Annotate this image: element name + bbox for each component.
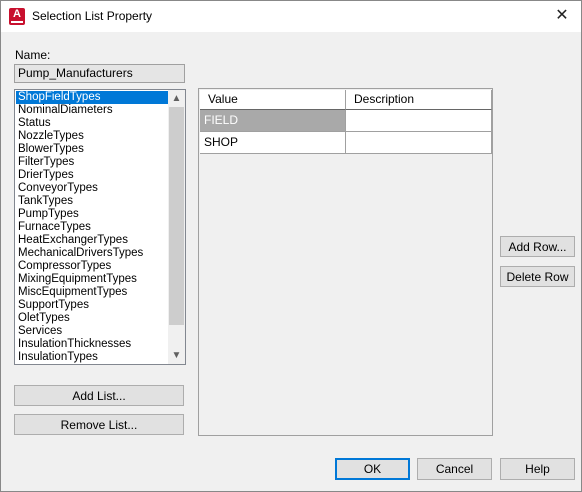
list-item[interactable]: Services: [16, 325, 168, 338]
list-item[interactable]: PumpTypes: [16, 208, 168, 221]
grid-row-2-description[interactable]: [346, 132, 492, 154]
list-item[interactable]: NozzleTypes: [16, 130, 168, 143]
list-item[interactable]: ConveyorTypes: [16, 182, 168, 195]
list-scrollbar[interactable]: ▲ ▼: [168, 90, 185, 364]
add-list-button[interactable]: Add List...: [14, 385, 184, 406]
selection-list-box[interactable]: ShopFieldTypes NominalDiameters Status Nozz…: [14, 89, 186, 365]
list-item[interactable]: TankTypes: [16, 195, 168, 208]
list-item[interactable]: ShopFieldTypes: [16, 91, 168, 104]
list-item[interactable]: MixingEquipmentTypes: [16, 273, 168, 286]
list-item[interactable]: NominalDiameters: [16, 104, 168, 117]
list-item[interactable]: InsulationThicknesses: [16, 338, 168, 351]
list-item[interactable]: OletTypes: [16, 312, 168, 325]
list-item[interactable]: Status: [16, 117, 168, 130]
title-bar[interactable]: A Selection List Property ✕: [1, 1, 581, 32]
add-row-button[interactable]: Add Row...: [500, 236, 575, 257]
help-button[interactable]: Help: [500, 458, 575, 480]
scroll-thumb[interactable]: [169, 107, 184, 325]
values-grid: Value Description FIELD SHOP: [198, 88, 493, 436]
remove-list-button[interactable]: Remove List...: [14, 414, 184, 435]
delete-row-button[interactable]: Delete Row: [500, 266, 575, 287]
list-item[interactable]: MechanicalDriversTypes: [16, 247, 168, 260]
list-item[interactable]: MiscEquipmentTypes: [16, 286, 168, 299]
window-title: Selection List Property: [32, 9, 153, 23]
list-item[interactable]: SupportTypes: [16, 299, 168, 312]
list-items: ShopFieldTypes NominalDiameters Status Nozz…: [16, 91, 168, 364]
name-label: Name:: [15, 48, 51, 62]
name-field: Pump_Manufacturers: [14, 64, 185, 83]
scroll-up-icon[interactable]: ▲: [168, 90, 185, 107]
column-header-description[interactable]: Description: [346, 90, 492, 110]
grid-row-2-value[interactable]: SHOP: [200, 132, 346, 154]
list-item[interactable]: FilterTypes: [16, 156, 168, 169]
list-item[interactable]: BlowerTypes: [16, 143, 168, 156]
list-item[interactable]: DrierTypes: [16, 169, 168, 182]
list-item[interactable]: HeatExchangerTypes: [16, 234, 168, 247]
list-item[interactable]: FurnaceTypes: [16, 221, 168, 234]
ok-button[interactable]: OK: [335, 458, 410, 480]
grid-row-1-description[interactable]: [346, 110, 492, 132]
scroll-down-icon[interactable]: ▼: [168, 347, 185, 364]
list-item[interactable]: InsulationTypes: [16, 351, 168, 364]
autocad-app-icon: A: [9, 8, 25, 25]
close-icon[interactable]: ✕: [549, 4, 575, 28]
column-header-value[interactable]: Value: [200, 90, 346, 110]
selection-list-property-dialog: A Selection List Property ✕ Name: Pump_M…: [0, 0, 582, 492]
list-item[interactable]: CompressorTypes: [16, 260, 168, 273]
grid-row-1-value[interactable]: FIELD: [200, 110, 346, 132]
cancel-button[interactable]: Cancel: [417, 458, 492, 480]
